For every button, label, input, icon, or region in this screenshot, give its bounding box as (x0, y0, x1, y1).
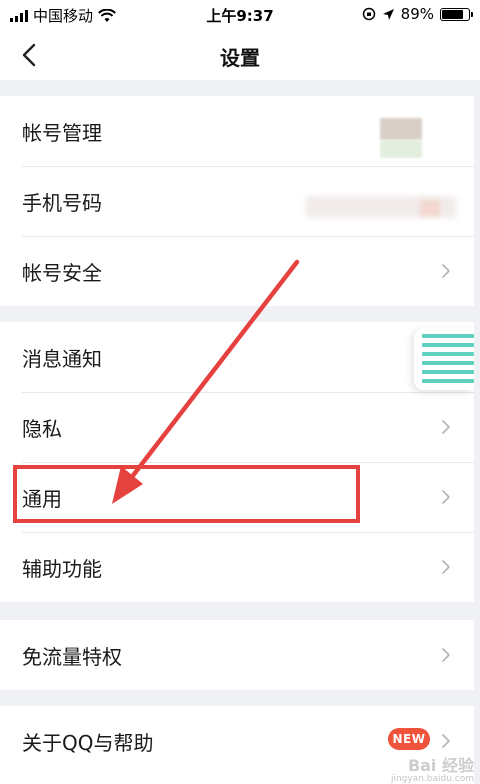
battery-cap (471, 11, 473, 17)
row-label: 消息通知 (22, 346, 102, 371)
chevron-right-icon (442, 648, 450, 662)
right-edge (474, 80, 480, 784)
status-bar: 中国移动 上午9:37 89% (0, 0, 480, 30)
settings-row-privacy[interactable]: 隐私 (0, 392, 474, 462)
row-label: 免流量特权 (22, 644, 122, 669)
blurred-avatar (380, 118, 422, 140)
chevron-right-icon (442, 420, 450, 434)
settings-row-account-security[interactable]: 帐号安全 (0, 236, 474, 306)
highlight-box (13, 465, 360, 523)
settings-row-notifications[interactable]: 消息通知 (0, 322, 474, 392)
chevron-right-icon (442, 560, 450, 574)
location-icon (382, 8, 394, 20)
row-label: 隐私 (22, 416, 62, 441)
row-label: 帐号管理 (22, 120, 102, 145)
row-label: 辅助功能 (22, 556, 102, 581)
watermark-url: jingyan.baidu.com (390, 774, 474, 784)
battery-fill (442, 9, 463, 19)
new-badge: NEW (388, 728, 430, 750)
nav-bar: 设置 (0, 30, 480, 80)
settings-group-general: 消息通知 隐私 通用 辅助功能 (0, 322, 474, 602)
status-right: 89% (362, 5, 473, 23)
row-label: 手机号码 (22, 190, 102, 215)
row-label: 关于QQ与帮助 (22, 730, 154, 755)
row-label: 帐号安全 (22, 260, 102, 285)
settings-row-accessibility[interactable]: 辅助功能 (0, 532, 474, 602)
settings-group-data: 免流量特权 (0, 620, 474, 690)
chevron-right-icon (442, 734, 450, 748)
page-title: 设置 (220, 46, 260, 70)
chevron-right-icon (442, 264, 450, 278)
battery-percent: 89% (400, 5, 434, 23)
orientation-lock-icon (362, 7, 375, 21)
blurred-phone-accent (420, 200, 440, 216)
blurred-avatar-bottom (380, 140, 422, 158)
battery-icon (440, 7, 473, 21)
settings-row-free-data[interactable]: 免流量特权 (0, 620, 474, 690)
watermark-logo: Bai 经验 (407, 756, 474, 775)
chevron-right-icon (442, 490, 450, 504)
floating-menu-icon[interactable] (414, 328, 474, 390)
